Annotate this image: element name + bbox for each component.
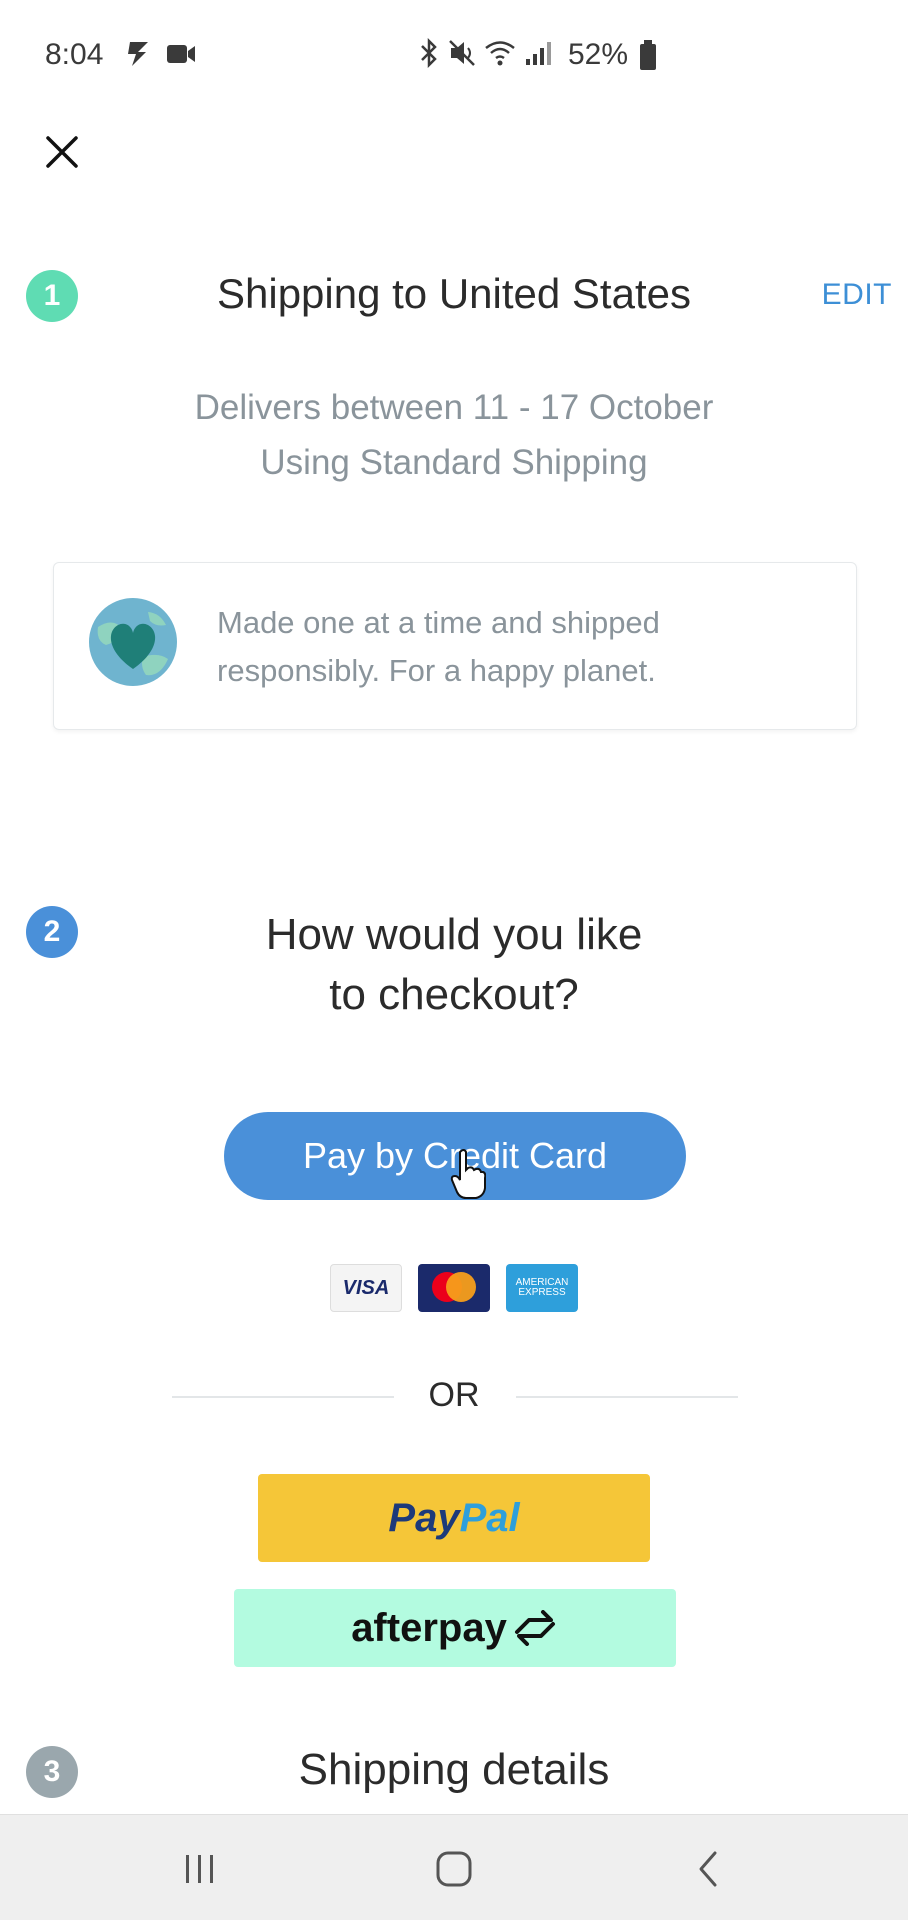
amex-line-2: EXPRESS xyxy=(518,1287,566,1298)
eco-message: Made one at a time and shipped responsib… xyxy=(217,599,837,695)
mastercard-logo xyxy=(418,1264,490,1312)
or-label: OR xyxy=(428,1376,480,1414)
divider-line-right xyxy=(516,1396,738,1398)
mute-icon xyxy=(449,40,475,66)
back-icon xyxy=(699,1851,717,1887)
status-time: 8:04 xyxy=(45,38,104,71)
back-button[interactable] xyxy=(678,1841,738,1897)
checkout-question-title: How would you like to checkout? xyxy=(0,905,908,1025)
home-icon xyxy=(436,1851,472,1887)
accepted-cards: VISA AMERICAN EXPRESS xyxy=(0,1264,908,1312)
paypal-logo-pay: Pay xyxy=(388,1495,460,1540)
system-nav-bar xyxy=(0,1814,908,1920)
shipping-method: Using Standard Shipping xyxy=(260,443,648,482)
checkout-question-line-1: How would you like xyxy=(265,910,643,959)
signal-icon xyxy=(526,42,551,65)
paypal-logo-pal: Pal xyxy=(459,1495,520,1540)
globe-heart-icon xyxy=(89,598,177,686)
afterpay-logo-text: afterpay xyxy=(351,1605,507,1650)
status-bar: 8:04 52% xyxy=(0,0,908,112)
close-button[interactable] xyxy=(40,130,84,174)
visa-logo: VISA xyxy=(330,1264,402,1312)
shipping-details-title: Shipping details xyxy=(298,1745,610,1794)
bluetooth-icon xyxy=(421,38,437,68)
mastercard-orange-circle xyxy=(446,1272,476,1302)
eco-message-line-2: responsibly. For a happy planet. xyxy=(217,653,656,688)
wifi-icon xyxy=(485,41,515,66)
checkout-question-line-2: to checkout? xyxy=(329,970,579,1019)
shipping-country-title: Shipping to United States xyxy=(217,270,691,317)
close-icon xyxy=(46,136,78,168)
video-icon xyxy=(167,45,195,63)
amex-logo: AMERICAN EXPRESS xyxy=(506,1264,578,1312)
afterpay-button[interactable]: afterpay xyxy=(234,1589,676,1667)
delivery-window: Delivers between 11 - 17 October xyxy=(194,388,714,427)
eco-info-card: Made one at a time and shipped responsib… xyxy=(53,562,857,730)
recent-apps-button[interactable] xyxy=(170,1841,230,1897)
status-right-icons xyxy=(418,38,552,68)
status-left-icons xyxy=(126,40,196,68)
home-button[interactable] xyxy=(424,1841,484,1897)
battery-icon xyxy=(640,40,656,70)
eco-message-line-1: Made one at a time and shipped xyxy=(217,605,660,640)
paypal-button[interactable]: Pay Pal xyxy=(258,1474,650,1562)
recent-apps-icon xyxy=(186,1855,213,1883)
afterpay-arrows-icon xyxy=(514,1610,555,1646)
hand-cursor-icon xyxy=(450,1149,486,1199)
flash-icon xyxy=(128,42,148,66)
edit-shipping-link[interactable]: EDIT xyxy=(822,278,892,312)
or-divider: OR xyxy=(0,1376,908,1416)
battery-percent: 52% xyxy=(568,38,629,71)
